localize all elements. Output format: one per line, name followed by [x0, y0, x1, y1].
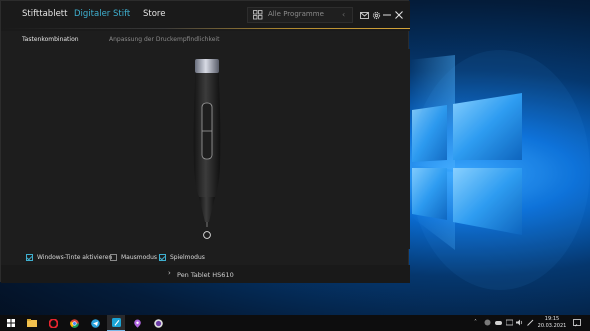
- taskbar-pen-tablet-app[interactable]: [107, 315, 125, 331]
- game-mode-label: Spielmodus: [170, 254, 205, 261]
- chrome-icon: [69, 318, 79, 328]
- close-icon[interactable]: [395, 11, 403, 19]
- tab-digitaler-stift[interactable]: Digitaler Stift: [74, 9, 130, 19]
- sub-tab-bar: Tastenkombination Anpassung der Druckemp…: [1, 31, 410, 49]
- chevron-right-icon: ›: [168, 269, 171, 277]
- program-selector-label: Alle Programme: [268, 10, 324, 18]
- gear-icon[interactable]: [372, 11, 381, 20]
- pen-input-icon[interactable]: [527, 319, 534, 326]
- option-windows-ink[interactable]: Windows-Tinte aktivieren: [26, 253, 112, 262]
- pen-tablet-app-window: Stifttablett Digitaler Stift Store Alle …: [0, 0, 410, 283]
- pen-tablet-app-icon: [111, 318, 121, 327]
- chevron-left-icon[interactable]: ‹: [342, 10, 345, 20]
- opera-icon: [48, 318, 58, 328]
- taskbar-obs[interactable]: [149, 315, 167, 331]
- obs-icon: [153, 318, 163, 328]
- windows-start-icon: [7, 319, 15, 327]
- taskbar-chrome[interactable]: [65, 315, 83, 331]
- mouse-mode-checkbox[interactable]: [110, 254, 117, 261]
- tray-cloud-icon[interactable]: [495, 319, 502, 326]
- device-name: Pen Tablet HS610: [177, 271, 234, 279]
- app-titlebar: Stifttablett Digitaler Stift Store Alle …: [1, 1, 410, 31]
- taskbar-clock[interactable]: 19:15 20.03.2021: [537, 316, 567, 330]
- pen-settings-panel: [1, 49, 410, 249]
- tray-app-icon[interactable]: [484, 319, 491, 326]
- windows-ink-checkbox[interactable]: [26, 254, 33, 261]
- option-mouse-mode[interactable]: Mausmodus: [110, 253, 157, 262]
- windows-taskbar: ˄ 19:15 20.03.2021: [0, 315, 590, 331]
- network-icon[interactable]: [506, 319, 513, 326]
- digital-pen-image: [193, 59, 221, 239]
- notification-icon[interactable]: [573, 319, 581, 327]
- volume-icon[interactable]: [516, 319, 523, 326]
- chevron-up-icon[interactable]: ˄: [474, 319, 477, 327]
- clock-date: 20.03.2021: [537, 323, 567, 329]
- game-mode-checkbox[interactable]: [159, 254, 166, 261]
- minimize-icon[interactable]: [383, 11, 391, 19]
- folder-icon: [27, 319, 37, 327]
- titlebar-accent-line: [1, 28, 410, 29]
- subtab-tastenkombination[interactable]: Tastenkombination: [22, 36, 79, 43]
- option-game-mode[interactable]: Spielmodus: [159, 253, 205, 262]
- taskbar-telegram[interactable]: [86, 315, 104, 331]
- clock-time: 19:15: [544, 316, 560, 322]
- taskbar-maps[interactable]: [128, 315, 146, 331]
- mouse-mode-label: Mausmodus: [121, 254, 158, 261]
- taskbar-opera[interactable]: [44, 315, 62, 331]
- telegram-icon: [90, 318, 100, 328]
- tab-store[interactable]: Store: [143, 9, 165, 19]
- device-footer[interactable]: › Pen Tablet HS610: [1, 265, 410, 283]
- map-pin-icon: [133, 319, 141, 328]
- program-selector[interactable]: Alle Programme ‹: [247, 7, 353, 23]
- subtab-druckempfindlichkeit[interactable]: Anpassung der Druckempfindlichkeit: [109, 36, 219, 43]
- grid-icon: [253, 10, 263, 20]
- windows-ink-label: Windows-Tinte aktivieren: [37, 254, 113, 261]
- windows-start-button[interactable]: [2, 315, 20, 331]
- tab-stifttablett[interactable]: Stifttablett: [22, 9, 67, 19]
- taskbar-file-explorer[interactable]: [23, 315, 41, 331]
- mail-icon[interactable]: [360, 12, 369, 19]
